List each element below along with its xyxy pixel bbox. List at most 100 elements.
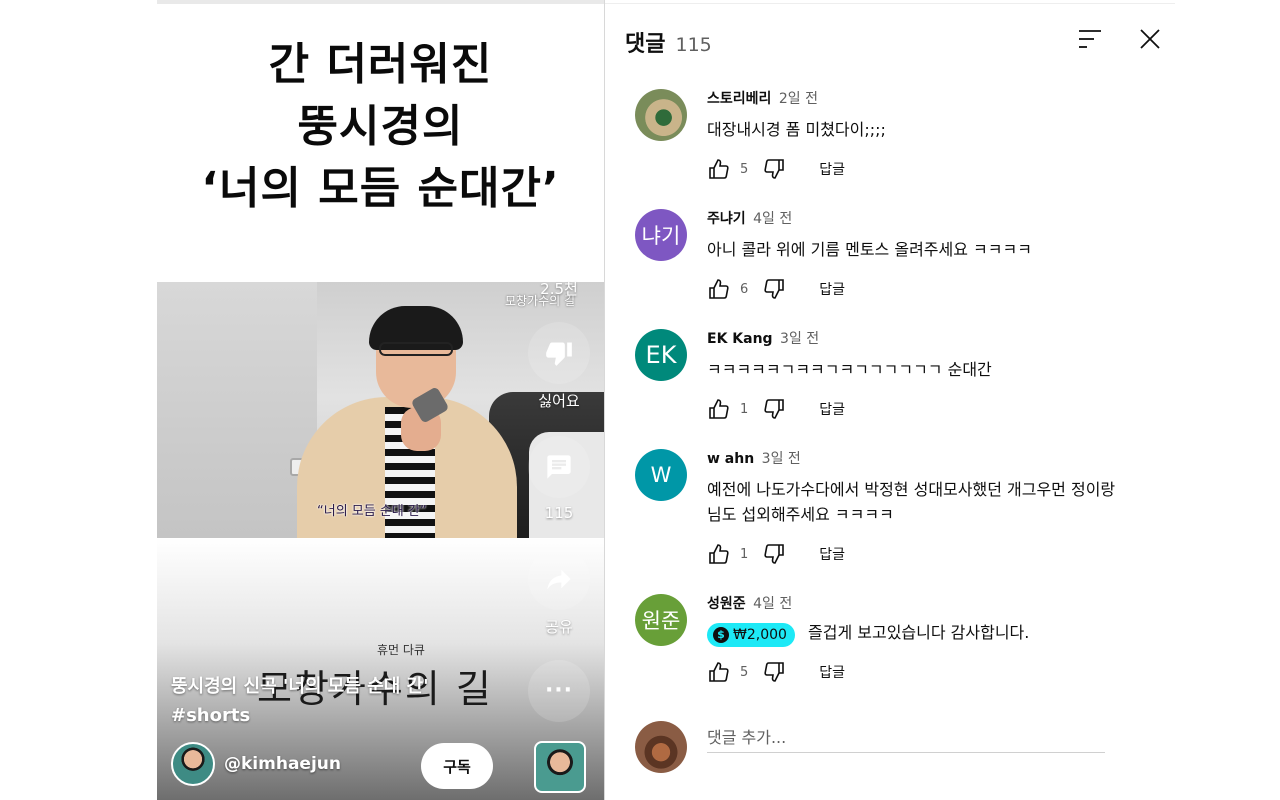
video-description[interactable]: 뚱시경의 신곡 '너의 모듬 순대 간' #shorts bbox=[171, 672, 429, 730]
dislike-label: 싫어요 bbox=[538, 392, 580, 410]
scene-caption: “너의 모듬 순대 간” bbox=[317, 504, 427, 519]
short-video-player[interactable]: 간 더러워진 뚱시경의 ‘너의 모듬 순대간’ “너의 모듬 순대 간” 모창가… bbox=[157, 0, 604, 800]
comment-meta: w ahn 3일 전 bbox=[707, 449, 1155, 469]
comment-time[interactable]: 4일 전 bbox=[753, 211, 792, 227]
comment-avatar[interactable] bbox=[635, 89, 687, 141]
comments-count: 115 bbox=[675, 34, 712, 56]
thumb-up-icon[interactable] bbox=[707, 157, 731, 181]
comment-icon bbox=[547, 455, 571, 479]
comment-text: 아니 콜라 위에 기름 멘토스 올려주세요 ㅋㅋㅋㅋ bbox=[707, 240, 1032, 259]
thumb-down-icon[interactable] bbox=[762, 157, 786, 181]
comment-author[interactable]: 스토리베리 bbox=[707, 91, 771, 107]
comment-actions: 6 답글 bbox=[707, 276, 1155, 302]
comment-avatar[interactable]: W bbox=[635, 449, 687, 501]
like-button[interactable] bbox=[528, 212, 590, 274]
avatar-initials: 원준 bbox=[641, 609, 681, 633]
reply-button[interactable]: 답글 bbox=[819, 159, 845, 179]
description-title: 뚱시경의 신곡 '너의 모듬 순대 간' bbox=[171, 676, 429, 697]
headline-line-2: 뚱시경의 bbox=[297, 101, 464, 152]
reply-button[interactable]: 답글 bbox=[819, 399, 845, 419]
comment-actions: 1 답글 bbox=[707, 396, 1155, 422]
add-comment-input[interactable] bbox=[707, 721, 1105, 753]
share-button[interactable] bbox=[528, 548, 590, 610]
thumb-up-icon[interactable] bbox=[707, 542, 731, 566]
comment-meta: 성원준 4일 전 bbox=[707, 594, 1155, 614]
channel-avatar[interactable] bbox=[171, 742, 215, 786]
reply-button[interactable]: 답글 bbox=[819, 279, 845, 299]
thumb-up-icon[interactable] bbox=[707, 277, 731, 301]
comment-body: 주냐기 4일 전 아니 콜라 위에 기름 멘토스 올려주세요 ㅋㅋㅋㅋ 6 답글 bbox=[707, 209, 1155, 302]
thumb-down-icon bbox=[546, 342, 572, 366]
person-glasses bbox=[379, 342, 453, 356]
reply-button[interactable]: 답글 bbox=[819, 544, 845, 564]
headline-line-1: 간 더러워진 bbox=[268, 39, 493, 90]
comment-like-count: 1 bbox=[740, 401, 749, 417]
comment-actions: 1 답글 bbox=[707, 541, 1155, 567]
comment-like-count: 5 bbox=[740, 161, 749, 177]
like-action[interactable]: 2.5천 bbox=[528, 212, 590, 299]
comment-author[interactable]: w ahn bbox=[707, 451, 754, 467]
description-hashtag[interactable]: #shorts bbox=[171, 701, 429, 730]
share-icon bbox=[547, 569, 571, 590]
channel-handle[interactable]: @kimhaejun bbox=[224, 754, 341, 774]
add-comment-row bbox=[635, 721, 1105, 773]
headline-line-3: ‘너의 모듬 순대간’ bbox=[201, 163, 560, 214]
comment-button[interactable] bbox=[528, 436, 590, 498]
comment-body: EK Kang 3일 전 ㅋㅋㅋㅋㅋㄱㅋㅋㄱㅋㄱㄱㄱㄱㄱㄱ 순대간 1 답글 bbox=[707, 329, 1155, 422]
thumb-down-icon[interactable] bbox=[762, 542, 786, 566]
thumb-up-icon[interactable] bbox=[707, 397, 731, 421]
comment-body: w ahn 3일 전 예전에 나도가수다에서 박정현 성대모사했던 개그우먼 정… bbox=[707, 449, 1155, 567]
show-subtitle-small: 휴먼 다큐 bbox=[377, 643, 425, 657]
comment-avatar[interactable]: 냐기 bbox=[635, 209, 687, 261]
super-thanks-amount: ₩2,000 bbox=[733, 626, 787, 643]
thumb-down-icon[interactable] bbox=[762, 277, 786, 301]
comment-meta: 스토리베리 2일 전 bbox=[707, 89, 1155, 109]
comment-text: 대장내시경 폼 미쳤다이;;;; bbox=[707, 120, 886, 139]
comment-meta: EK Kang 3일 전 bbox=[707, 329, 1155, 349]
thumb-up-icon[interactable] bbox=[707, 660, 731, 684]
dislike-button[interactable] bbox=[528, 322, 590, 384]
avatar-initials: EK bbox=[645, 341, 677, 369]
more-button[interactable]: ··· bbox=[528, 660, 590, 722]
comment-like-count: 1 bbox=[740, 546, 749, 562]
thumb-down-icon[interactable] bbox=[762, 397, 786, 421]
share-action[interactable]: 공유 bbox=[528, 548, 590, 637]
comment-text: ㅋㅋㅋㅋㅋㄱㅋㅋㄱㅋㄱㄱㄱㄱㄱㄱ 순대간 bbox=[707, 360, 992, 379]
comment-time[interactable]: 3일 전 bbox=[780, 331, 819, 347]
comment-action[interactable]: 115 bbox=[528, 436, 590, 522]
top-border bbox=[605, 3, 1175, 4]
comment-time[interactable]: 2일 전 bbox=[779, 91, 818, 107]
comment-time[interactable]: 4일 전 bbox=[753, 596, 792, 612]
current-user-avatar[interactable] bbox=[635, 721, 687, 773]
comments-header: 댓글 115 bbox=[625, 26, 712, 57]
comment-actions: 5 답글 bbox=[707, 156, 1155, 182]
reply-button[interactable]: 답글 bbox=[819, 662, 845, 682]
comment-avatar[interactable]: EK bbox=[635, 329, 687, 381]
avatar-initials: W bbox=[650, 463, 672, 487]
more-icon: ··· bbox=[544, 678, 574, 703]
comment-author[interactable]: EK Kang bbox=[707, 331, 773, 347]
sort-icon[interactable] bbox=[1077, 28, 1103, 50]
more-action[interactable]: ··· bbox=[528, 660, 590, 722]
subscribe-button[interactable]: 구독 bbox=[421, 743, 493, 789]
comments-title: 댓글 bbox=[625, 32, 666, 57]
comment-text-row: $ ₩2,000 즐겁게 보고있습니다 감사합니다. bbox=[707, 620, 1155, 647]
dislike-action[interactable]: 싫어요 bbox=[528, 322, 590, 411]
super-thanks-icon: $ bbox=[713, 627, 729, 643]
comment-author[interactable]: 주냐기 bbox=[707, 211, 746, 227]
comment-author[interactable]: 성원준 bbox=[707, 596, 746, 612]
comment-text: 예전에 나도가수다에서 박정현 성대모사했던 개그우먼 정이랑 님도 섭외해주세… bbox=[707, 480, 1116, 524]
thumb-down-icon[interactable] bbox=[762, 660, 786, 684]
share-label: 공유 bbox=[545, 618, 573, 636]
scene-wall bbox=[157, 282, 317, 538]
avatar-initials: 냐기 bbox=[641, 224, 681, 248]
comment-actions: 5 답글 bbox=[707, 659, 1155, 685]
comment-count: 115 bbox=[544, 504, 574, 522]
comment-avatar[interactable]: 원준 bbox=[635, 594, 687, 646]
sound-thumbnail[interactable] bbox=[534, 741, 586, 793]
comment-body: 스토리베리 2일 전 대장내시경 폼 미쳤다이;;;; 5 답글 bbox=[707, 89, 1155, 182]
comment-like-count: 6 bbox=[740, 281, 749, 297]
comment-time[interactable]: 3일 전 bbox=[762, 451, 801, 467]
close-icon[interactable] bbox=[1139, 28, 1161, 50]
super-thanks-chip: $ ₩2,000 bbox=[707, 623, 795, 647]
